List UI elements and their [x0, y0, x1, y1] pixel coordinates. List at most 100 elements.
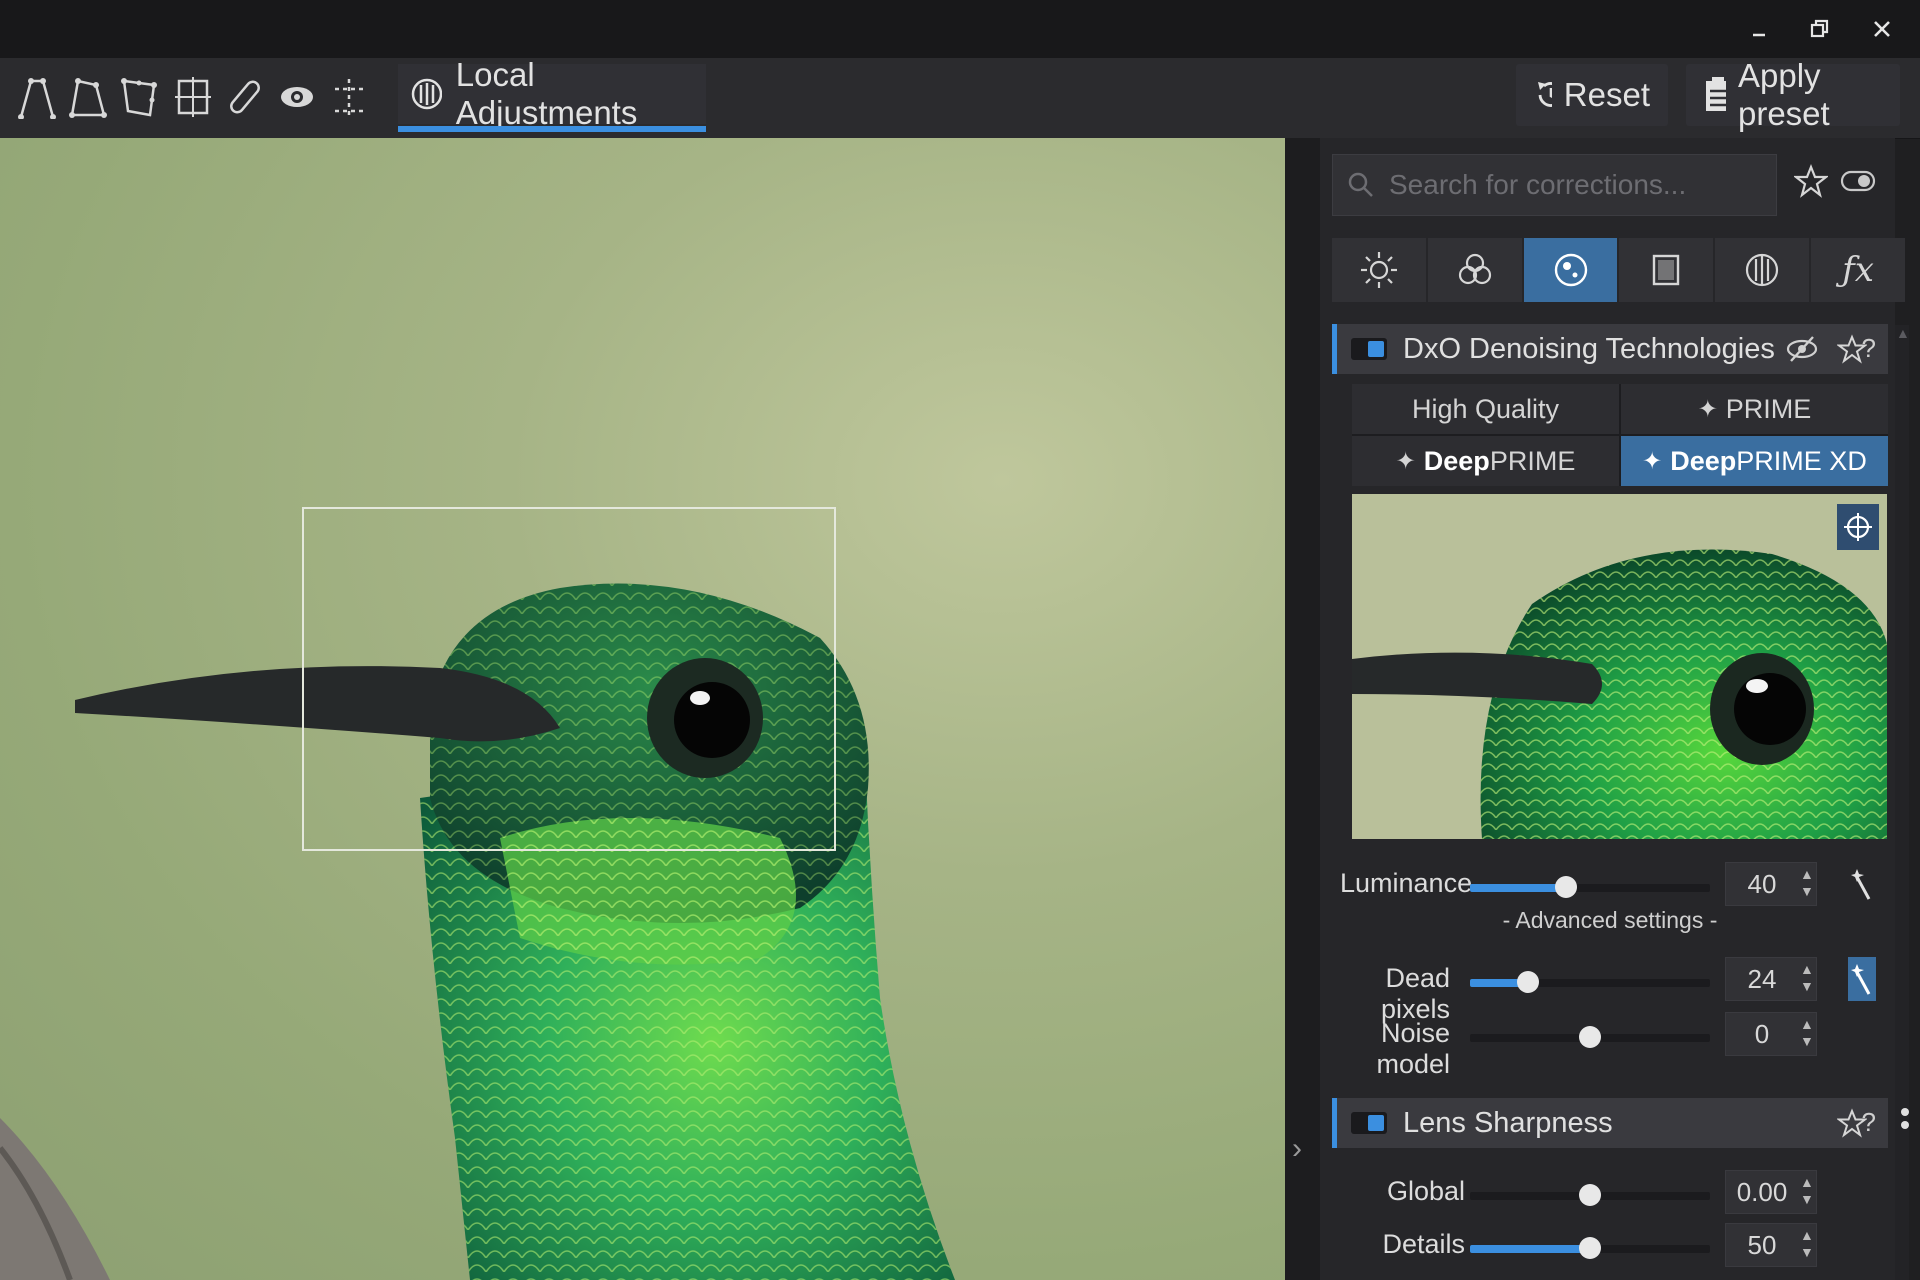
eye-icon	[281, 87, 313, 107]
luminance-thumb[interactable]	[1555, 876, 1577, 898]
fx-icon: ƒx	[1842, 250, 1874, 290]
sparkle-icon: ✦	[1697, 395, 1718, 423]
denoise-palette-header[interactable]: DxO Denoising Technologies ?	[1332, 324, 1888, 374]
rectangle-perspective-icon	[69, 78, 107, 118]
luminance-slider[interactable]	[1470, 876, 1710, 898]
title-bar	[0, 0, 1920, 58]
denoise-mode-selector: High Quality ✦ PRIME ✦ Deep PRIME ✦ Deep PRIM…	[1352, 384, 1888, 486]
perspective-lines-icon	[18, 78, 56, 119]
tab-effects[interactable]: ƒx	[1811, 238, 1905, 302]
toggle-icon	[1840, 170, 1876, 192]
tab-local[interactable]	[1715, 238, 1810, 302]
deep-prefix: Deep	[1423, 445, 1490, 476]
lens-sharpness-enable-switch[interactable]	[1351, 1112, 1387, 1134]
lens-sharpness-help-icon[interactable]: ?	[1862, 1107, 1876, 1138]
loupe-rectangle[interactable]	[302, 507, 836, 851]
luminance-picker-button[interactable]	[1848, 862, 1876, 906]
denoise-enable-switch[interactable]	[1351, 338, 1387, 360]
tab-detail[interactable]	[1523, 238, 1618, 302]
eight-point-perspective-button[interactable]	[116, 72, 162, 122]
grid-square-icon	[175, 77, 211, 117]
dead-pixels-picker-button[interactable]	[1848, 957, 1876, 1001]
panel-divider	[1285, 138, 1320, 1280]
dotted-level-icon	[335, 79, 363, 115]
restore-button[interactable]	[1800, 12, 1840, 46]
horizon-tool-button[interactable]	[170, 72, 216, 122]
dead-pixels-thumb[interactable]	[1516, 971, 1539, 993]
perspective-tool-button[interactable]	[14, 72, 60, 122]
details-thumb[interactable]	[1579, 1237, 1601, 1259]
sparkle-icon: ✦	[1395, 447, 1416, 475]
scroll-up-icon[interactable]: ▲	[1896, 325, 1910, 341]
straighten-button[interactable]	[326, 72, 372, 122]
palette-category-tabs: ƒx	[1332, 238, 1907, 302]
sun-icon	[1360, 252, 1397, 288]
tab-light[interactable]	[1332, 238, 1426, 302]
apply-preset-label: Apply preset	[1737, 57, 1830, 132]
noise-model-spinner[interactable]: ▲ ▼	[1800, 1016, 1814, 1050]
noise-model-row: Noise model 0 ▲ ▼	[1320, 1010, 1895, 1079]
denoise-title: DxO Denoising Technologies	[1403, 332, 1775, 365]
details-row: Details 50 ▲ ▼	[1320, 1221, 1895, 1271]
denoise-preview[interactable]	[1352, 494, 1887, 839]
show-active-toggle[interactable]	[1840, 168, 1876, 194]
preview-hummingbird	[1352, 494, 1887, 839]
image-viewer[interactable]	[0, 138, 1285, 1280]
global-label: Global	[1386, 1176, 1465, 1206]
favorites-star-button[interactable]	[1794, 164, 1828, 198]
denoise-help-icon[interactable]: ?	[1862, 333, 1876, 364]
restore-icon	[1810, 19, 1829, 38]
toolbar: Local Adjustments Reset Apply preset	[0, 56, 1920, 139]
advanced-settings-toggle[interactable]: - Advanced settings -	[1420, 907, 1800, 934]
local-adjust-icon	[1746, 253, 1779, 287]
deep-prefix: Deep	[1670, 445, 1737, 476]
red-eye-button[interactable]	[274, 72, 320, 122]
preset-list-icon	[1706, 77, 1726, 111]
luminance-label: Luminance	[1340, 868, 1473, 898]
detail-circle-icon	[1554, 253, 1587, 287]
luminance-spinner[interactable]: ▲ ▼	[1800, 866, 1814, 900]
reset-button[interactable]: Reset	[1516, 64, 1668, 126]
details-spinner[interactable]: ▲ ▼	[1800, 1227, 1814, 1261]
apply-preset-button[interactable]: Apply preset	[1686, 57, 1900, 132]
magic-wand-icon	[1851, 869, 1871, 900]
tab-color[interactable]	[1427, 238, 1522, 302]
mode-prime[interactable]: ✦ PRIME	[1621, 384, 1888, 434]
rectangle-perspective-button[interactable]	[64, 72, 110, 122]
lens-sharpness-title: Lens Sharpness	[1403, 1106, 1613, 1139]
collapse-arrow-icon[interactable]: ›	[1292, 1132, 1302, 1166]
eight-point-icon	[121, 78, 157, 117]
noise-model-slider[interactable]	[1470, 1026, 1710, 1048]
close-button[interactable]	[1862, 12, 1902, 46]
global-thumb[interactable]	[1579, 1184, 1601, 1206]
local-adjust-icon	[411, 78, 442, 110]
mode-high-quality[interactable]: High Quality	[1352, 384, 1619, 434]
global-spinner[interactable]: ▲ ▼	[1800, 1174, 1814, 1208]
dead-pixels-spinner[interactable]: ▲ ▼	[1800, 961, 1814, 995]
mode-deepprime[interactable]: ✦ Deep PRIME	[1352, 436, 1619, 486]
minimize-button[interactable]	[1740, 12, 1780, 46]
search-box[interactable]	[1332, 154, 1777, 216]
global-slider[interactable]	[1470, 1184, 1710, 1206]
move-preview-button[interactable]	[1837, 504, 1879, 550]
eye-hidden-icon	[1786, 336, 1817, 362]
mode-prime-label: PRIME	[1725, 393, 1812, 424]
sparkle-icon: ✦	[1642, 447, 1663, 475]
tab-geometry[interactable]	[1619, 238, 1714, 302]
magic-wand-icon	[1851, 964, 1871, 995]
repair-tool-button[interactable]	[222, 72, 268, 122]
noise-model-thumb[interactable]	[1579, 1026, 1601, 1048]
dead-pixels-slider[interactable]	[1470, 971, 1710, 993]
color-circles-icon	[1458, 253, 1491, 285]
search-input[interactable]	[1387, 168, 1771, 202]
corrections-panel: ƒx DxO Denoising Technologies ? High Qua…	[1320, 138, 1905, 1280]
search-icon	[1348, 172, 1373, 197]
more-options-icon[interactable]	[1900, 1107, 1910, 1137]
global-row: Global 0.00 ▲ ▼	[1320, 1168, 1895, 1218]
lens-sharpness-header[interactable]: Lens Sharpness ?	[1332, 1098, 1888, 1148]
noise-model-label: Noise model	[1376, 1018, 1450, 1079]
details-slider[interactable]	[1470, 1237, 1710, 1259]
mode-deepprime-xd[interactable]: ✦ Deep PRIME XD	[1621, 436, 1888, 486]
local-adjustments-button[interactable]: Local Adjustments	[398, 56, 706, 132]
close-icon	[1874, 21, 1890, 37]
